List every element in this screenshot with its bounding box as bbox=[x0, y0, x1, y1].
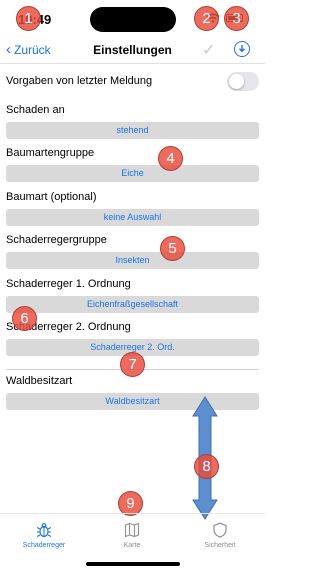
field-button-waldbesitzart[interactable]: Waldbesitzart bbox=[6, 393, 259, 410]
checkmark-icon[interactable]: ✓ bbox=[202, 40, 215, 60]
beetle-icon bbox=[36, 523, 52, 538]
shield-icon bbox=[213, 522, 227, 538]
home-indicator bbox=[86, 562, 180, 566]
annotation-badge-2: 2 bbox=[194, 6, 219, 31]
tab-label-karte: Karte bbox=[123, 542, 141, 549]
download-icon[interactable] bbox=[234, 41, 250, 57]
annotation-badge-7: 7 bbox=[120, 352, 145, 377]
field-button-schaderregergruppe[interactable]: Insekten bbox=[6, 252, 259, 269]
field-button-baumartengruppe[interactable]: Eiche bbox=[6, 165, 259, 182]
defaults-toggle-row: Vorgaben von letzter Meldung bbox=[6, 72, 259, 94]
field-label-baumartengruppe: Baumartengruppe bbox=[6, 147, 95, 159]
navigation-bar: ‹ Zurück Einstellungen ✓ bbox=[0, 36, 265, 64]
field-button-schaden-an[interactable]: stehend bbox=[6, 122, 259, 139]
tab-bar: Schaderreger Karte Sicherheit bbox=[0, 513, 265, 557]
field-label-waldbesitzart: Waldbesitzart bbox=[6, 375, 73, 387]
annotation-badge-8: 8 bbox=[194, 454, 219, 479]
field-label-baumart: Baumart (optional) bbox=[6, 191, 97, 203]
annotation-badge-4: 4 bbox=[158, 146, 183, 171]
toggle-knob bbox=[229, 74, 244, 89]
tab-label-sicherheit: Sicherheit bbox=[204, 542, 236, 549]
dynamic-island bbox=[90, 7, 176, 32]
annotation-badge-6: 6 bbox=[12, 306, 37, 331]
map-icon bbox=[124, 522, 140, 538]
tab-karte[interactable]: Karte bbox=[102, 522, 162, 549]
field-button-baumart[interactable]: keine Auswahl bbox=[6, 209, 259, 226]
tab-schaderreger[interactable]: Schaderreger bbox=[14, 522, 74, 549]
field-label-schaderreger-1: Schaderreger 1. Ordnung bbox=[6, 278, 131, 290]
defaults-toggle-label: Vorgaben von letzter Meldung bbox=[6, 75, 153, 87]
tab-label-schaderreger: Schaderreger bbox=[22, 542, 66, 549]
field-button-schaderreger-1[interactable]: Eichenfraßgesellschaft bbox=[6, 296, 259, 313]
field-label-schaden-an: Schaden an bbox=[6, 104, 65, 116]
field-label-schaderregergruppe: Schaderregergruppe bbox=[6, 234, 107, 246]
annotation-badge-1: 1 bbox=[16, 6, 41, 31]
page-title: Einstellungen bbox=[93, 43, 172, 57]
defaults-toggle[interactable] bbox=[227, 72, 259, 91]
tab-sicherheit[interactable]: Sicherheit bbox=[190, 522, 250, 549]
annotation-badge-3: 3 bbox=[224, 6, 249, 31]
annotation-badge-5: 5 bbox=[160, 236, 185, 261]
